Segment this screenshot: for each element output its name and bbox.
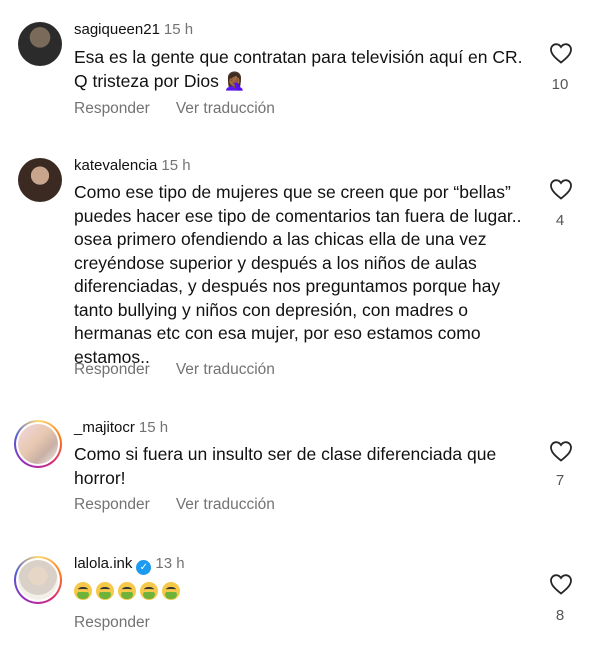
nauseated-face-icon	[162, 582, 180, 600]
timestamp: 15 h	[161, 157, 191, 174]
like-button[interactable]	[548, 440, 574, 462]
avatar-ring	[16, 558, 60, 602]
comment-header: lalola.ink ✓ 13 h	[74, 554, 185, 575]
heart-icon	[550, 43, 572, 64]
avatar-image	[18, 424, 58, 464]
comment-actions: Responder Ver traducción	[74, 100, 301, 118]
like-count: 4	[555, 212, 565, 229]
timestamp: 15 h	[163, 21, 194, 38]
like-button[interactable]	[548, 573, 574, 595]
avatar[interactable]	[18, 22, 62, 66]
reply-button[interactable]: Responder	[74, 361, 150, 378]
heart-icon	[550, 574, 572, 595]
comment-text: Esa es la gente que contratan para telev…	[74, 47, 523, 91]
like-count: 10	[551, 76, 569, 93]
heart-icon	[550, 179, 572, 200]
comment-actions: Responder Ver traducción	[74, 496, 301, 514]
reply-button[interactable]: Responder	[74, 614, 150, 631]
username[interactable]: _majitocr	[74, 419, 135, 436]
avatar-ring	[16, 422, 60, 466]
nauseated-face-icon	[118, 582, 136, 600]
timestamp: 15 h	[138, 419, 169, 436]
like-count: 7	[555, 472, 565, 489]
nauseated-face-icon	[140, 582, 158, 600]
comment-header: sagiqueen21 15 h	[74, 20, 193, 40]
comment-header: _majitocr 15 h	[74, 418, 168, 438]
comment-actions: Responder	[74, 614, 176, 632]
reply-button[interactable]: Responder	[74, 100, 150, 117]
verified-badge-icon: ✓	[136, 560, 152, 575]
reply-button[interactable]: Responder	[74, 496, 150, 513]
heart-icon	[550, 441, 572, 462]
comment-text: Como si fuera un insulto ser de clase di…	[74, 444, 497, 488]
translate-button[interactable]: Ver traducción	[176, 361, 275, 378]
comment-text: Como ese tipo de mujeres que se creen qu…	[74, 182, 522, 367]
avatar[interactable]	[14, 420, 62, 468]
comment-header: katevalencia 15 h	[74, 156, 191, 176]
comment-text	[74, 580, 534, 604]
like-count: 8	[555, 607, 565, 624]
avatar[interactable]	[14, 556, 62, 604]
nauseated-face-icon	[96, 582, 114, 600]
avatar-image	[18, 560, 58, 600]
comment-actions: Responder Ver traducción	[74, 361, 301, 379]
translate-button[interactable]: Ver traducción	[176, 100, 275, 117]
like-button[interactable]	[548, 42, 574, 64]
like-button[interactable]	[548, 178, 574, 200]
nauseated-face-icon	[74, 582, 92, 600]
avatar[interactable]	[18, 158, 62, 202]
translate-button[interactable]: Ver traducción	[176, 496, 275, 513]
username[interactable]: sagiqueen21	[74, 21, 160, 38]
timestamp: 13 h	[155, 555, 185, 572]
username[interactable]: lalola.ink	[74, 555, 132, 572]
username[interactable]: katevalencia	[74, 157, 157, 174]
